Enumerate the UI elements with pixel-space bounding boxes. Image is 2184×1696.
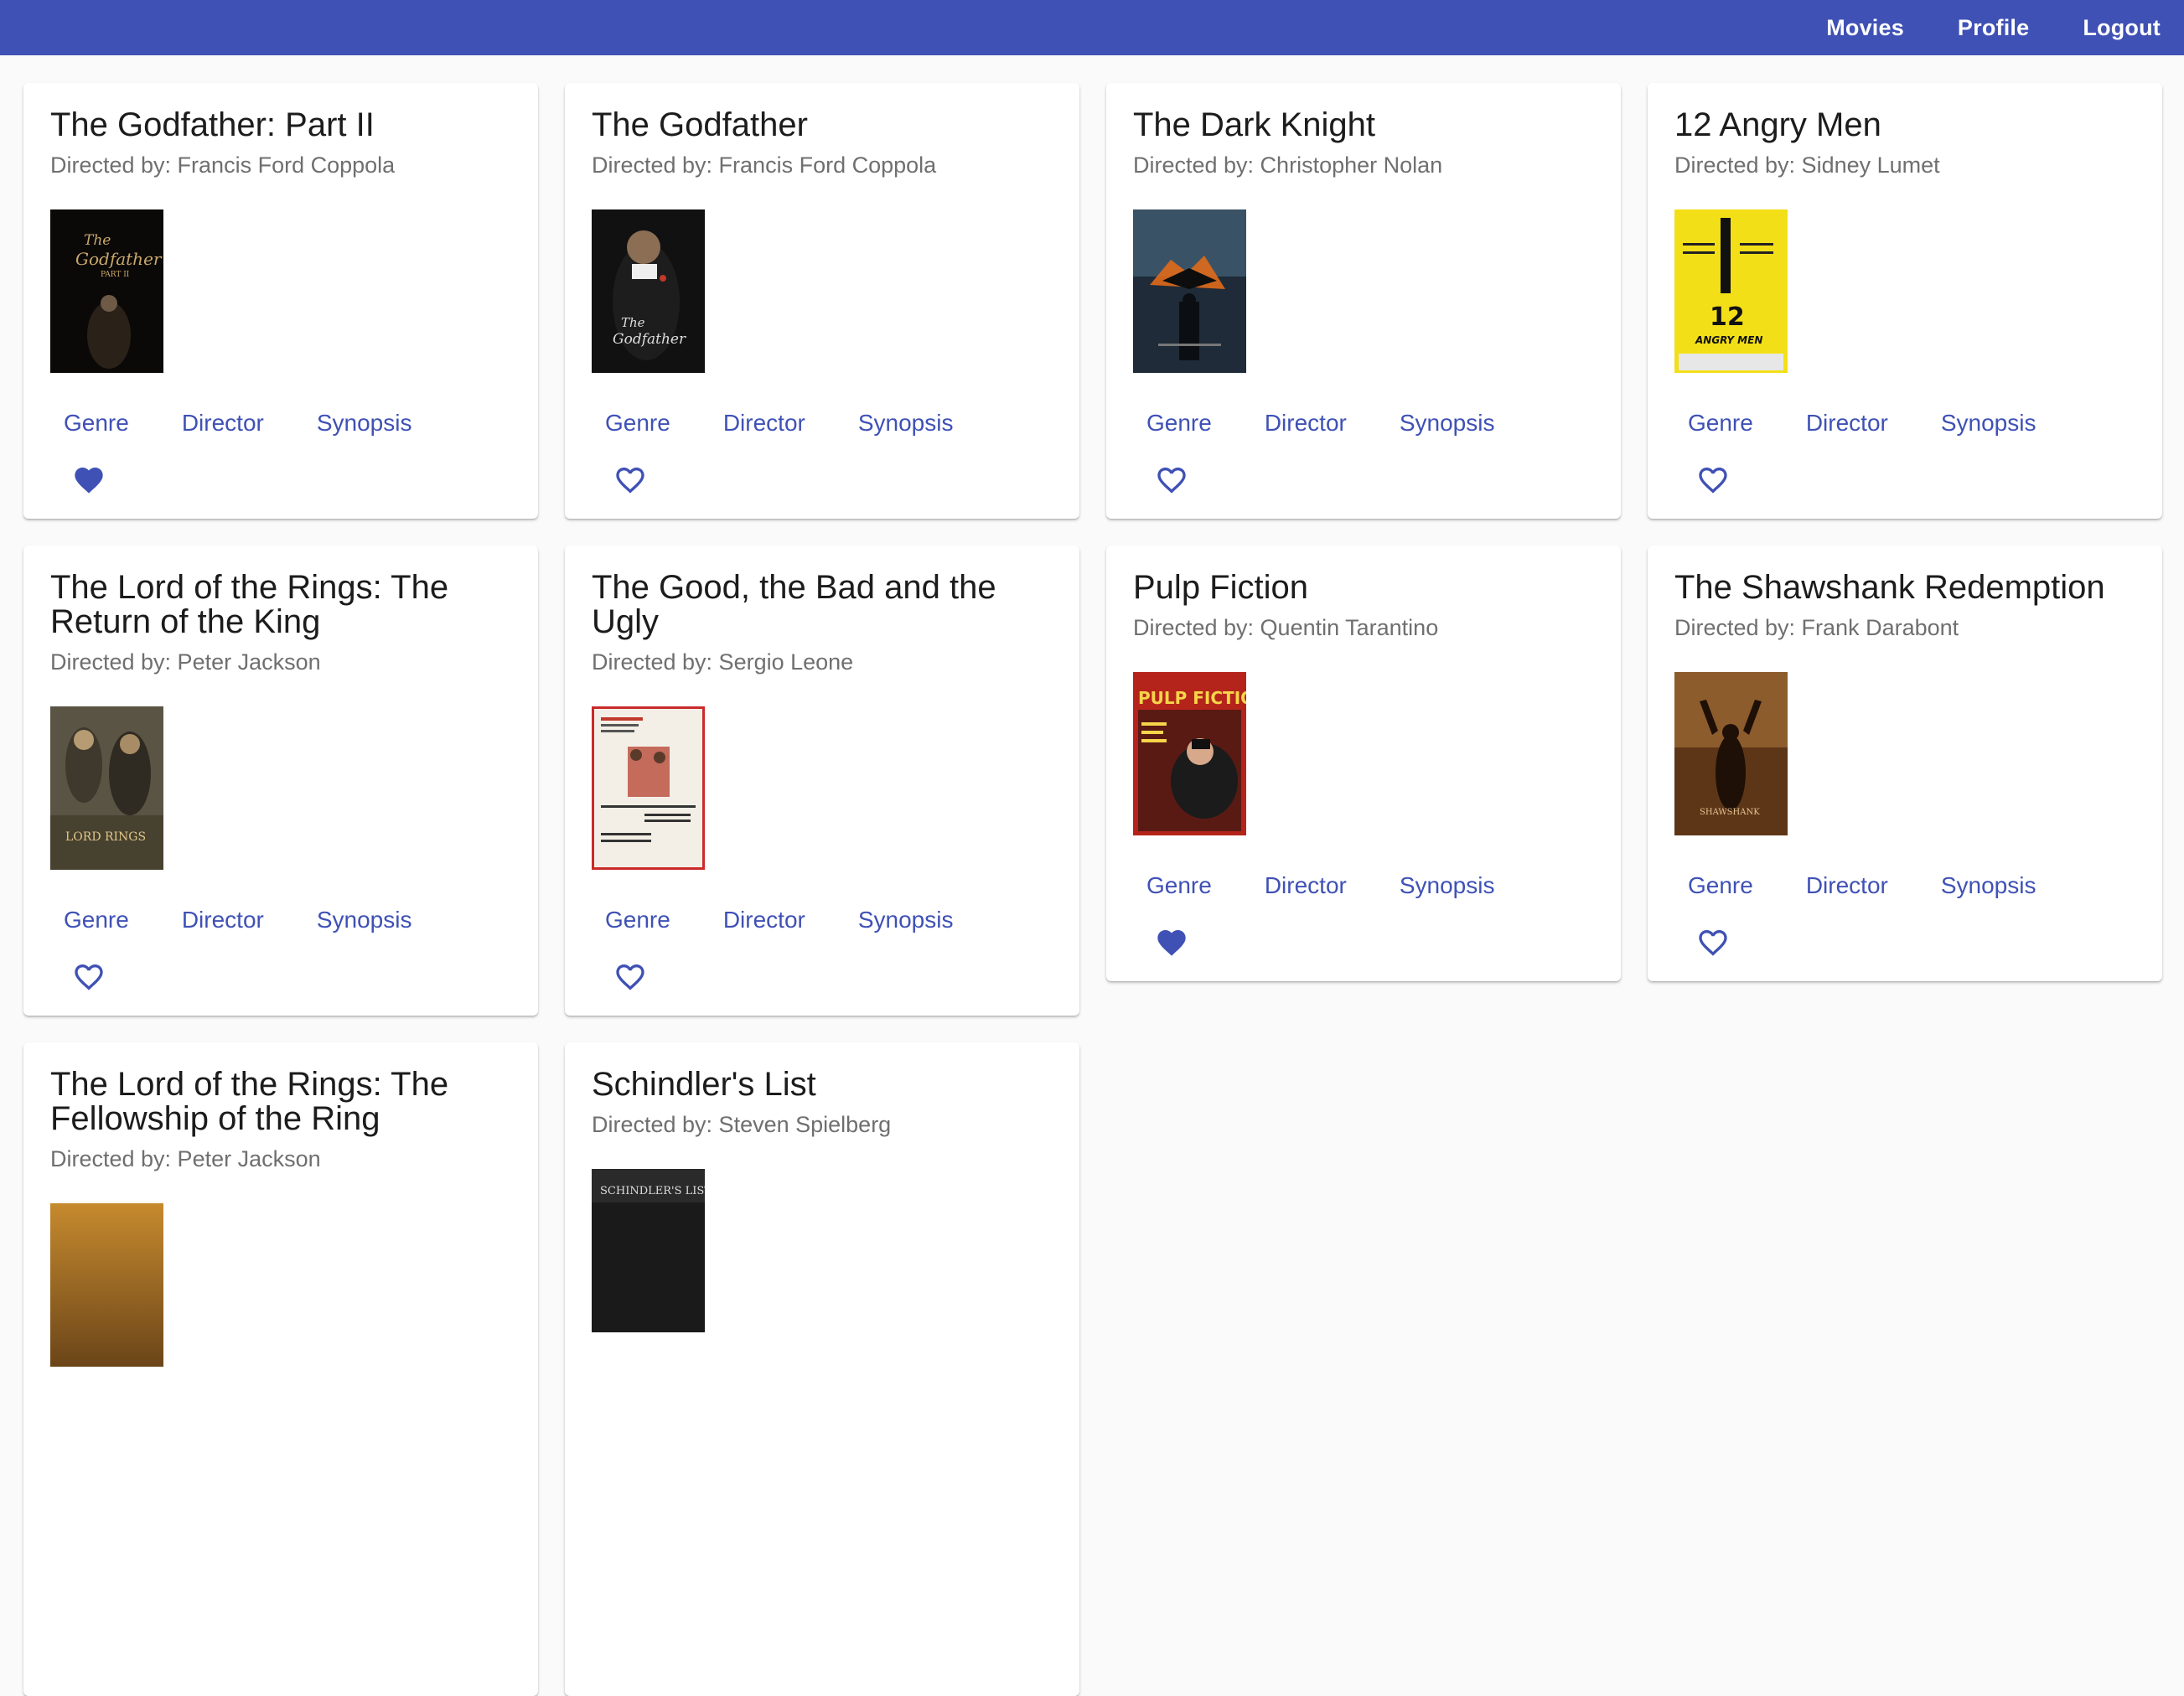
director-button[interactable]: Director xyxy=(1265,872,1347,899)
movie-director: Directed by: Francis Ford Coppola xyxy=(50,153,396,178)
movie-poster: PULP FICTION xyxy=(1133,672,1246,835)
heart-filled-icon[interactable] xyxy=(70,463,107,497)
poster-text: PULP FICTION xyxy=(1138,688,1246,708)
movie-director: Directed by: Frank Darabont xyxy=(1674,615,1959,640)
genre-button[interactable]: Genre xyxy=(1146,410,1212,437)
movie-poster: SHAWSHANK xyxy=(1674,672,1788,835)
poster-text: ANGRY MEN xyxy=(1695,334,1762,346)
movie-poster: 12 ANGRY MEN xyxy=(1674,209,1788,373)
movie-director: Directed by: Sergio Leone xyxy=(592,649,854,675)
synopsis-button[interactable]: Synopsis xyxy=(317,410,412,437)
movie-card: The Godfather Directed by: Francis Ford … xyxy=(565,83,1079,519)
genre-button[interactable]: Genre xyxy=(1146,872,1212,899)
movie-card: The Good, the Bad and the Ugly Directed … xyxy=(565,546,1079,1016)
director-button[interactable]: Director xyxy=(723,907,805,933)
movie-card: The Shawshank Redemption Directed by: Fr… xyxy=(1648,546,2162,981)
movie-poster: LORD RINGS xyxy=(50,706,163,870)
movie-card: Schindler's List Directed by: Steven Spi… xyxy=(565,1042,1079,1696)
movie-director: Directed by: Sidney Lumet xyxy=(1674,153,1940,178)
poster-text: PART II xyxy=(101,271,130,279)
movie-poster xyxy=(592,706,705,870)
heart-outline-icon[interactable] xyxy=(1153,463,1190,497)
genre-button[interactable]: Genre xyxy=(64,410,129,437)
synopsis-button[interactable]: Synopsis xyxy=(858,410,954,437)
movie-director: Directed by: Steven Spielberg xyxy=(592,1112,892,1137)
movie-title: Pulp Fiction xyxy=(1133,569,1308,606)
heart-filled-icon[interactable] xyxy=(1153,926,1190,959)
heart-outline-icon[interactable] xyxy=(612,463,649,497)
movie-poster xyxy=(1133,209,1246,373)
synopsis-button[interactable]: Synopsis xyxy=(858,907,954,933)
director-button[interactable]: Director xyxy=(1806,872,1888,899)
director-button[interactable]: Director xyxy=(1265,410,1347,437)
poster-text: SHAWSHANK xyxy=(1700,808,1760,817)
genre-button[interactable]: Genre xyxy=(1688,872,1753,899)
movie-poster: The Godfather PART II xyxy=(50,209,163,373)
movie-director: Directed by: Christopher Nolan xyxy=(1133,153,1443,178)
movie-title: The Godfather xyxy=(592,106,808,143)
synopsis-button[interactable]: Synopsis xyxy=(1941,410,2037,437)
movie-card: The Lord of the Rings: The Fellowship of… xyxy=(23,1042,538,1696)
movie-director: Directed by: Francis Ford Coppola xyxy=(592,153,937,178)
synopsis-button[interactable]: Synopsis xyxy=(1400,410,1495,437)
poster-text: The xyxy=(84,232,111,249)
synopsis-button[interactable]: Synopsis xyxy=(1941,872,2037,899)
movie-director: Directed by: Quentin Tarantino xyxy=(1133,615,1439,640)
poster-text: LORD RINGS xyxy=(65,830,146,844)
poster-text: Godfather xyxy=(75,249,163,269)
movie-title: The Godfather: Part II xyxy=(50,106,375,143)
movie-card: Pulp Fiction Directed by: Quentin Tarant… xyxy=(1106,546,1621,981)
movie-title: The Good, the Bad and the Ugly xyxy=(592,569,996,640)
movie-title: The Dark Knight xyxy=(1133,106,1376,143)
director-button[interactable]: Director xyxy=(182,410,264,437)
heart-outline-icon[interactable] xyxy=(1695,926,1731,959)
genre-button[interactable]: Genre xyxy=(605,907,670,933)
movie-grid: The Godfather: Part II Directed by: Fran… xyxy=(23,83,2162,1696)
genre-button[interactable]: Genre xyxy=(1688,410,1753,437)
movie-card: 12 Angry Men Directed by: Sidney Lumet 1… xyxy=(1648,83,2162,519)
movie-card: The Godfather: Part II Directed by: Fran… xyxy=(23,83,538,519)
movie-director: Directed by: Peter Jackson xyxy=(50,649,321,675)
genre-button[interactable]: Genre xyxy=(64,907,129,933)
movie-poster: The Godfather xyxy=(592,209,705,373)
heart-outline-icon[interactable] xyxy=(612,960,649,994)
movie-title: Schindler's List xyxy=(592,1066,816,1103)
movie-title: The Lord of the Rings: The Return of the… xyxy=(50,569,449,640)
synopsis-button[interactable]: Synopsis xyxy=(317,907,412,933)
director-button[interactable]: Director xyxy=(723,410,805,437)
movie-title: 12 Angry Men xyxy=(1674,106,1881,143)
nav-logout-link[interactable]: Logout xyxy=(2083,15,2161,41)
movie-title: The Lord of the Rings: The Fellowship of… xyxy=(50,1066,449,1137)
poster-text: SCHINDLER'S LIST xyxy=(600,1185,705,1197)
director-button[interactable]: Director xyxy=(182,907,264,933)
poster-text: 12 xyxy=(1710,302,1745,332)
movie-director: Directed by: Peter Jackson xyxy=(50,1146,321,1171)
poster-text: The xyxy=(621,315,645,330)
top-app-bar: Movies Profile Logout xyxy=(0,0,2184,55)
movie-poster xyxy=(50,1203,163,1367)
nav-movies-link[interactable]: Movies xyxy=(1826,15,1904,41)
nav-profile-link[interactable]: Profile xyxy=(1958,15,2029,41)
movie-poster: SCHINDLER'S LIST xyxy=(592,1169,705,1332)
movie-card: The Dark Knight Directed by: Christopher… xyxy=(1106,83,1621,519)
director-button[interactable]: Director xyxy=(1806,410,1888,437)
poster-text: Godfather xyxy=(613,331,686,348)
movie-card: The Lord of the Rings: The Return of the… xyxy=(23,546,538,1016)
synopsis-button[interactable]: Synopsis xyxy=(1400,872,1495,899)
movie-title: The Shawshank Redemption xyxy=(1674,569,2105,606)
genre-button[interactable]: Genre xyxy=(605,410,670,437)
heart-outline-icon[interactable] xyxy=(70,960,107,994)
heart-outline-icon[interactable] xyxy=(1695,463,1731,497)
